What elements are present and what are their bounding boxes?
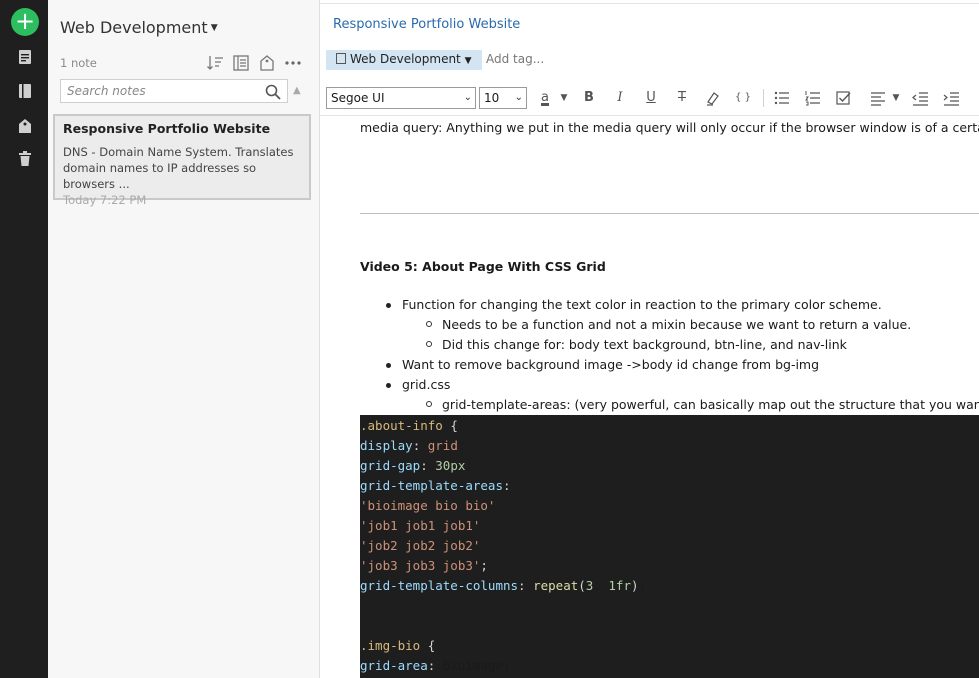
note-heading: Video 5: About Page With CSS Grid [360,259,606,274]
sort-icon[interactable] [206,54,224,72]
caret-down-icon: ▼ [210,23,218,33]
tags-icon[interactable] [16,117,34,135]
note-list-panel: Web Development ▼ 1 note Search notes ▲ R… [48,0,320,678]
bullet-icon [386,303,391,308]
trash-icon[interactable] [16,150,34,168]
navigation-rail: + [0,0,48,678]
code-line: .img-bio { [360,638,436,653]
code-block[interactable]: .about-info { display: grid; grid-gap: 30p… [360,415,979,678]
caret-down-icon: ▼ [464,56,472,66]
notebook-icon [336,53,346,64]
font-family-value: Segoe UI [331,91,385,105]
code-line: 'job2 job2 job2' [360,538,481,553]
list-item: grid-template-areas: (very powerful, can… [442,397,979,412]
bullet-icon [426,321,432,327]
divider [763,89,764,107]
note-card-snippet: DNS - Domain Name System. Translates dom… [63,145,294,191]
indent-icon[interactable] [942,89,960,107]
code-block-button[interactable]: { } [734,89,752,107]
code-line: grid-area: bioimage; [360,658,511,673]
note-count: 1 note [60,56,97,70]
notebook-title-label: Web Development [60,18,208,37]
caret-down-icon[interactable]: ▼ [887,89,905,107]
strikethrough-button[interactable]: T [673,89,691,107]
list-item: Needs to be a function and not a mixin b… [442,317,912,332]
chevron-down-icon: ⌄ [463,92,472,103]
share-icon[interactable] [258,54,276,72]
notebook-selector-label: Web Development [350,52,461,66]
note-paragraph: media query: Anything we put in the medi… [360,120,979,135]
italic-button[interactable]: I [611,89,629,107]
notebooks-icon[interactable] [16,82,34,100]
list-item: Did this change for: body text backgroun… [442,337,847,352]
numbered-list-icon[interactable] [804,89,822,107]
notes-icon[interactable] [16,48,34,66]
font-family-select[interactable]: Segoe UI ⌄ [326,87,476,109]
bold-button[interactable]: B [580,89,598,107]
outdent-icon[interactable] [911,89,929,107]
code-line: 'job3 job3 job3'; [360,558,488,573]
code-line: display: grid; [360,438,466,453]
note-card[interactable]: Responsive Portfolio Website DNS - Domai… [53,114,311,207]
code-line: grid-template-areas: [360,478,511,493]
caret-down-icon[interactable]: ▼ [555,89,573,107]
font-size-select[interactable]: 10 ⌄ [479,87,527,109]
notebook-title[interactable]: Web Development ▼ [60,18,218,37]
note-title[interactable]: Responsive Portfolio Website [333,17,520,32]
format-toolbar: Segoe UI ⌄ 10 ⌄ a ▼ B I U T { } ▼ [320,80,979,116]
note-editor: Responsive Portfolio Website Web Develop… [320,0,979,678]
list-item: Function for changing the text color in … [402,297,882,312]
search-input[interactable]: Search notes [60,79,288,103]
search-icon[interactable] [264,83,282,101]
code-line: .about-info { [360,418,458,433]
note-card-title: Responsive Portfolio Website [63,121,271,136]
font-size-value: 10 [484,91,500,105]
new-note-button[interactable]: + [11,8,39,36]
highlight-icon[interactable] [704,89,722,107]
bullet-list-icon[interactable] [773,89,791,107]
bullet-icon [426,401,432,407]
more-options-icon[interactable] [284,54,302,72]
code-line: 'job1 job1 job1' [360,518,481,533]
divider [320,3,979,4]
list-item: grid.css [402,377,451,392]
code-line: grid-template-columns: repeat(3, 1fr); [360,578,647,593]
view-options-icon[interactable] [232,54,250,72]
bullet-icon [386,363,391,368]
font-color-button[interactable]: a [536,89,554,107]
collapse-icon[interactable]: ▲ [293,85,301,96]
add-tag-input[interactable]: Add tag... [486,52,544,66]
code-line: grid-gap: 30px; [360,458,473,473]
underline-button[interactable]: U [642,89,660,107]
align-icon[interactable] [869,89,887,107]
bullet-icon [426,341,432,347]
checkbox-icon[interactable] [835,89,853,107]
note-card-date: Today 7:22 PM [63,193,147,207]
chevron-down-icon: ⌄ [514,92,523,103]
list-item: Want to remove background image ->body i… [402,357,820,372]
notebook-selector[interactable]: Web Development ▼ [326,50,482,70]
note-body[interactable]: media query: Anything we put in the medi… [320,117,979,678]
code-line: 'bioimage bio bio' [360,498,496,513]
horizontal-rule [360,213,979,214]
bullet-icon [386,383,391,388]
